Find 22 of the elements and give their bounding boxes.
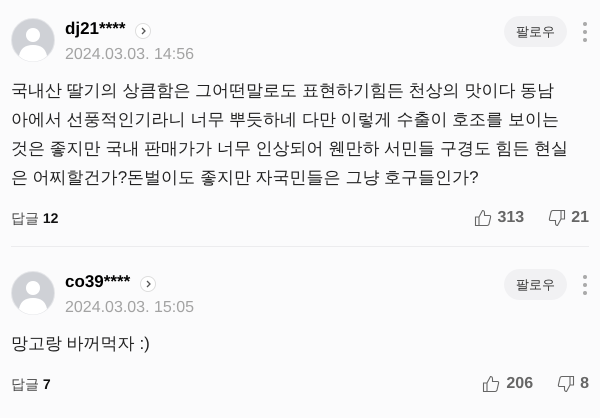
follow-button[interactable]: 팔로우 bbox=[504, 269, 567, 300]
avatar-icon bbox=[11, 18, 55, 62]
comment-date: 2024.03.03. 14:56 bbox=[65, 45, 196, 65]
comment-text: 망고랑 바꺼먹자 :) bbox=[11, 333, 151, 355]
follow-button[interactable]: 팔로우 bbox=[504, 16, 567, 47]
thumbs-up-icon[interactable] bbox=[474, 209, 492, 227]
like-count: 206 bbox=[506, 374, 534, 394]
like-count: 313 bbox=[498, 208, 524, 228]
chevron-right-icon[interactable] bbox=[135, 22, 152, 38]
username[interactable]: co39**** bbox=[65, 271, 130, 293]
dislike-count: 21 bbox=[571, 208, 589, 228]
chevron-right-icon[interactable] bbox=[140, 276, 156, 292]
thumbs-down-icon[interactable] bbox=[557, 375, 576, 393]
comment-date: 2024.03.03. 15:05 bbox=[65, 298, 196, 318]
dislike-count: 8 bbox=[580, 374, 589, 394]
thumbs-down-icon[interactable] bbox=[548, 209, 566, 227]
reply-link[interactable]: 답글 12 bbox=[11, 208, 58, 228]
username[interactable]: dj21**** bbox=[65, 18, 126, 40]
avatar-icon bbox=[11, 271, 55, 315]
thumbs-up-icon[interactable] bbox=[482, 375, 500, 393]
comment-text: 국내산 딸기의 상큼함은 그어떤말로도 표현하기힘든 천상의 맛이다 동남아에서 선풍적인기라니 너무 뿌듯하네 다만 이렇게 수출이 호조를 보이는것은 좋지만 국내 판매가가 너무 인상되어 웬만하 서민들 구경도 힘든 현실은 어찌할건가?돈벌이도 좋지만 자국민들은 그냥 호구들인가? bbox=[11, 80, 570, 189]
reply-link[interactable]: 답글 7 bbox=[11, 374, 51, 394]
